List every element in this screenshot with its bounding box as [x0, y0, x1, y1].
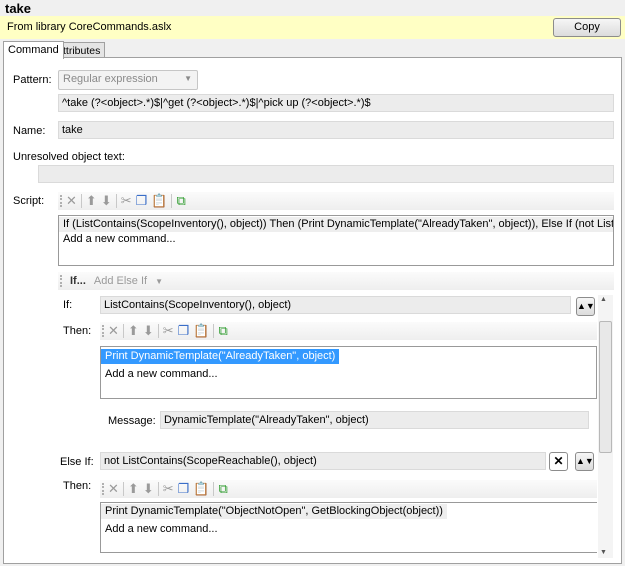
library-text: From library CoreCommands.aslx — [7, 21, 171, 33]
message-input[interactable]: DynamicTemplate("AlreadyTaken", object) — [160, 411, 589, 429]
then-label: Then: — [63, 480, 91, 492]
close-icon: ✕ — [553, 454, 563, 468]
library-banner: From library CoreCommands.aslx Copy — [0, 16, 625, 39]
then-toolbar: ✕ ⬆⬇ ✂❐📋 ⧉ — [100, 322, 597, 340]
separator — [123, 482, 124, 496]
chevron-down-icon[interactable]: ▼ — [155, 277, 163, 286]
updown-icon: ▲▼ — [577, 301, 595, 311]
pattern-label: Pattern: — [13, 74, 52, 86]
paste-icon[interactable]: 📋 — [193, 323, 209, 339]
paste-icon[interactable]: 📋 — [193, 481, 209, 497]
add-command-row[interactable]: Add a new command... — [101, 367, 596, 382]
grip-icon — [60, 195, 62, 207]
if-label: If: — [63, 299, 72, 311]
tab-command[interactable]: Command — [3, 41, 64, 59]
script-toolbar: ✕ ⬆⬇ ✂❐📋 ⧉ — [58, 192, 614, 210]
expression-mode-button[interactable]: ▲▼ — [575, 452, 594, 471]
else-then-list: Print DynamicTemplate("ObjectNotOpen", G… — [100, 502, 597, 553]
updown-icon: ▲▼ — [576, 456, 594, 466]
delete-icon[interactable]: ✕ — [108, 481, 119, 497]
if-toolbar: If... Add Else If ▼ — [58, 272, 614, 290]
separator — [123, 324, 124, 338]
then-row-selected[interactable]: Print DynamicTemplate("AlreadyTaken", ob… — [101, 349, 339, 364]
add-command-row[interactable]: Add a new command... — [101, 522, 597, 537]
script-label: Script: — [13, 195, 44, 207]
separator — [116, 194, 117, 208]
separator — [171, 194, 172, 208]
pattern-type-select[interactable]: Regular expression ▼ — [58, 70, 198, 90]
cut-icon[interactable]: ✂ — [163, 323, 174, 339]
remove-else-if-button[interactable]: ✕ — [549, 452, 568, 471]
then-label: Then: — [63, 325, 91, 337]
copy-icon[interactable]: ❐ — [136, 193, 148, 209]
script-list: If (ListContains(ScopeInventory(), objec… — [58, 215, 614, 266]
copy-icon[interactable]: ❐ — [178, 323, 190, 339]
cut-icon[interactable]: ✂ — [121, 193, 132, 209]
chevron-down-icon: ▼ — [184, 74, 192, 83]
add-command-row[interactable]: Add a new command... — [59, 232, 613, 247]
separator — [213, 324, 214, 338]
scroll-down-icon[interactable]: ▼ — [600, 549, 607, 556]
pattern-input[interactable]: ^take (?<object>.*)$|^get (?<object>.*)$… — [58, 94, 614, 112]
else-if-condition-input[interactable]: not ListContains(ScopeReachable(), objec… — [100, 452, 546, 470]
copy-button[interactable]: Copy — [553, 18, 621, 37]
name-input[interactable]: take — [58, 121, 614, 139]
expression-mode-button[interactable]: ▲▼ — [576, 297, 595, 316]
grip-icon — [102, 483, 104, 495]
if-condition-input[interactable]: ListContains(ScopeInventory(), object) — [100, 296, 571, 314]
scroll-up-icon[interactable]: ▲ — [600, 296, 607, 303]
paste-icon[interactable]: 📋 — [151, 193, 167, 209]
delete-icon[interactable]: ✕ — [66, 193, 77, 209]
move-up-icon[interactable]: ⬆ — [128, 481, 139, 497]
unresolved-input[interactable] — [38, 165, 614, 183]
grip-icon — [60, 275, 62, 287]
message-label: Message: — [108, 415, 156, 427]
unresolved-label: Unresolved object text: — [13, 151, 125, 163]
separator — [81, 194, 82, 208]
separator — [158, 324, 159, 338]
scrollbar[interactable]: ▲ ▼ — [598, 295, 613, 558]
popout-icon[interactable]: ⧉ — [218, 323, 227, 339]
copy-icon[interactable]: ❐ — [178, 481, 190, 497]
move-up-icon[interactable]: ⬆ — [128, 323, 139, 339]
then-list: Print DynamicTemplate("AlreadyTaken", ob… — [100, 346, 597, 399]
popout-icon[interactable]: ⧉ — [218, 481, 227, 497]
delete-icon[interactable]: ✕ — [108, 323, 119, 339]
move-down-icon[interactable]: ⬇ — [101, 193, 112, 209]
separator — [213, 482, 214, 496]
separator — [158, 482, 159, 496]
add-else-if-button[interactable]: Add Else If — [94, 275, 147, 287]
then-toolbar: ✕ ⬆⬇ ✂❐📋 ⧉ — [100, 480, 597, 498]
if-button[interactable]: If... — [70, 275, 86, 287]
move-up-icon[interactable]: ⬆ — [86, 193, 97, 209]
move-down-icon[interactable]: ⬇ — [143, 481, 154, 497]
else-if-label: Else If: — [60, 456, 94, 468]
script-row[interactable]: If (ListContains(ScopeInventory(), objec… — [59, 217, 613, 232]
move-down-icon[interactable]: ⬇ — [143, 323, 154, 339]
pattern-type-value: Regular expression — [63, 73, 158, 85]
cut-icon[interactable]: ✂ — [163, 481, 174, 497]
popout-icon[interactable]: ⧉ — [176, 193, 185, 209]
name-label: Name: — [13, 125, 45, 137]
grip-icon — [102, 325, 104, 337]
scrollbar-thumb[interactable] — [599, 321, 612, 453]
page-title: take — [5, 1, 31, 16]
then-row[interactable]: Print DynamicTemplate("ObjectNotOpen", G… — [101, 504, 447, 519]
